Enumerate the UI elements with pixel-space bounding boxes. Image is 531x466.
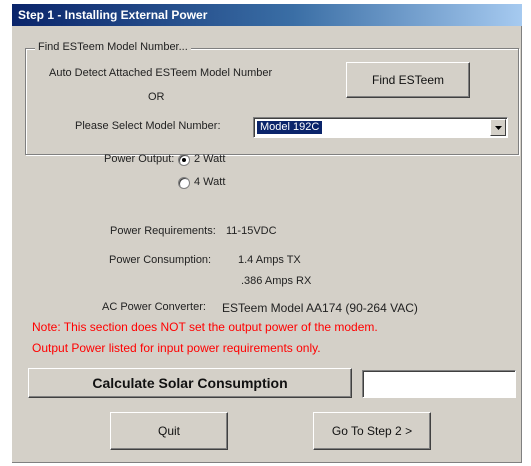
radio-2-watt[interactable] [178, 154, 190, 166]
chevron-down-icon [494, 125, 502, 130]
power-requirements-label: Power Requirements: [110, 225, 216, 237]
power-requirements-value: 11-15VDC [226, 225, 277, 237]
model-group-legend: Find ESTeem Model Number... [35, 41, 191, 53]
dropdown-arrow-button[interactable] [490, 119, 506, 136]
go-to-step-2-button[interactable]: Go To Step 2 > [313, 412, 431, 450]
quit-button[interactable]: Quit [110, 412, 228, 450]
radio-4-watt-label[interactable]: 4 Watt [194, 176, 225, 188]
radio-selected-dot [182, 158, 186, 162]
note-line-1: Note: This section does NOT set the outp… [32, 320, 378, 334]
power-consumption-rx: .386 Amps RX [241, 275, 312, 287]
radio-2-watt-label[interactable]: 2 Watt [194, 153, 225, 165]
ac-converter-value: ESTeem Model AA174 (90-264 VAC) [222, 301, 418, 315]
power-consumption-label: Power Consumption: [109, 254, 212, 266]
ac-converter-label: AC Power Converter: [102, 301, 206, 313]
select-model-label: Please Select Model Number: [75, 120, 221, 132]
note-line-2: Output Power listed for input power requ… [32, 341, 321, 355]
dialog-window: Step 1 - Installing External Power Find … [12, 4, 522, 463]
title-bar: Step 1 - Installing External Power [12, 4, 522, 26]
or-label: OR [148, 91, 165, 103]
auto-detect-label: Auto Detect Attached ESTeem Model Number [49, 67, 273, 79]
model-select[interactable]: Model 192C [253, 117, 508, 138]
calculate-solar-button[interactable]: Calculate Solar Consumption [28, 368, 352, 398]
find-esteem-button[interactable]: Find ESTeem [346, 62, 470, 98]
selected-model-value: Model 192C [257, 121, 323, 134]
radio-4-watt[interactable] [178, 177, 190, 189]
power-output-label: Power Output: [104, 153, 175, 165]
power-consumption-tx: 1.4 Amps TX [238, 254, 301, 266]
solar-consumption-field[interactable] [362, 370, 516, 398]
window-title: Step 1 - Installing External Power [18, 8, 208, 22]
